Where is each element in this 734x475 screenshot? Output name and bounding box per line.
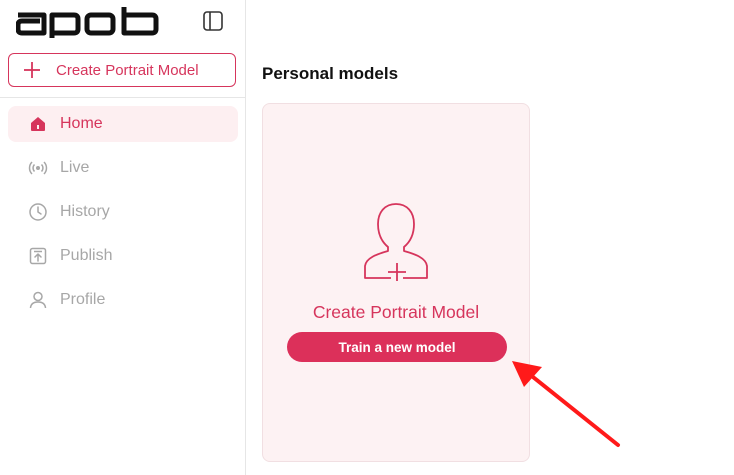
sidebar-item-profile[interactable]: Profile — [8, 282, 238, 318]
create-portrait-model-button[interactable]: Create Portrait Model — [8, 53, 236, 87]
broadcast-icon — [28, 158, 48, 178]
sidebar-item-label: History — [60, 203, 110, 220]
brand-logo[interactable] — [15, 6, 161, 43]
sidebar-item-home[interactable]: Home — [8, 106, 238, 142]
sidebar-item-label: Home — [60, 115, 103, 132]
clock-icon — [28, 202, 48, 222]
sidebar-item-history[interactable]: History — [8, 194, 238, 230]
user-icon — [28, 290, 48, 310]
plus-icon — [24, 62, 40, 78]
sidebar-item-live[interactable]: Live — [8, 150, 238, 186]
sidebar-item-label: Publish — [60, 247, 113, 264]
red-arrow-icon — [512, 361, 620, 447]
create-portrait-model-card[interactable]: Create Portrait Model Train a new model — [262, 103, 530, 462]
train-new-model-button[interactable]: Train a new model — [287, 332, 507, 362]
apob-logo-icon — [15, 7, 159, 38]
section-title: Personal models — [262, 64, 399, 83]
sidebar: Create Portrait Model Home Live History … — [0, 0, 246, 475]
home-icon — [28, 114, 48, 134]
portrait-plus-icon — [364, 203, 428, 281]
sidebar-item-label: Live — [60, 159, 90, 176]
sidebar-toggle-button[interactable] — [202, 10, 224, 32]
sidebar-toggle-icon — [203, 11, 223, 31]
card-title: Create Portrait Model — [312, 302, 480, 322]
create-portrait-model-label: Create Portrait Model — [56, 61, 199, 79]
sidebar-divider — [0, 97, 245, 98]
sidebar-item-publish[interactable]: Publish — [8, 238, 238, 274]
upload-icon — [28, 246, 48, 266]
sidebar-item-label: Profile — [60, 291, 106, 308]
